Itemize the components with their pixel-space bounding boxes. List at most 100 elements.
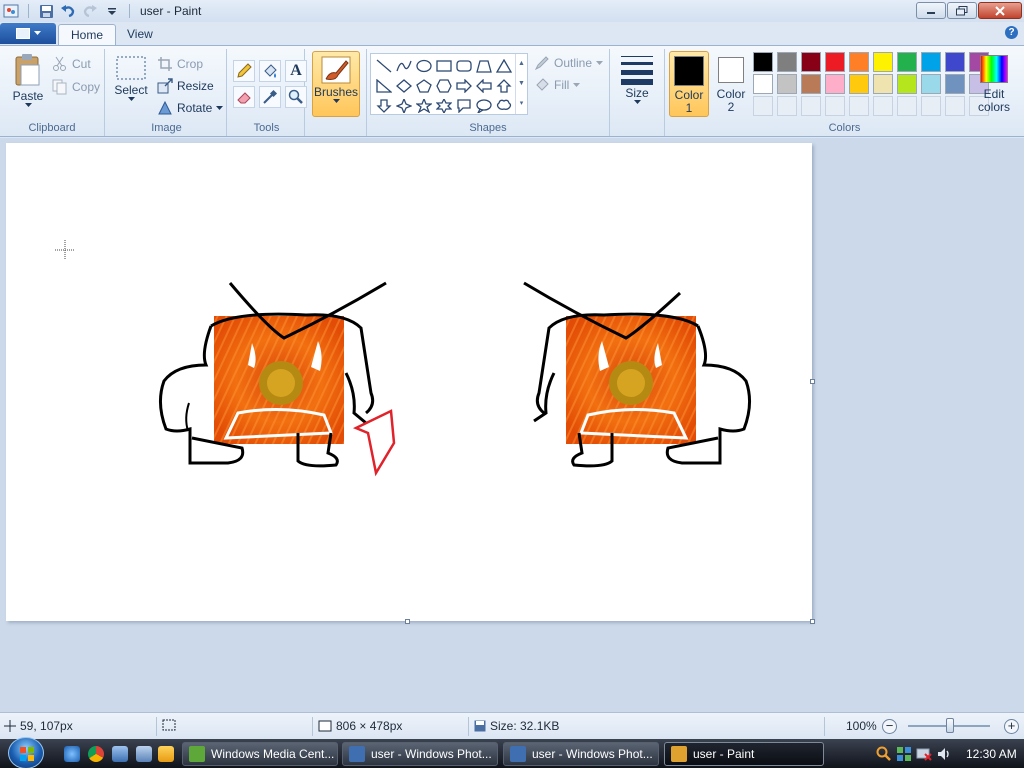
tab-home[interactable]: Home (58, 24, 117, 45)
fill-bucket-icon[interactable] (259, 60, 281, 82)
undo-icon[interactable] (59, 2, 77, 20)
help-icon[interactable]: ? (1005, 26, 1018, 39)
color1-button[interactable]: Color 1 (669, 51, 709, 117)
paint-app-icon[interactable] (2, 2, 20, 20)
select-button[interactable]: Select (113, 55, 149, 102)
rectangle-shape-icon[interactable] (434, 56, 454, 75)
expand-gallery-icon[interactable]: ▾ (516, 94, 527, 114)
palette-swatch[interactable] (777, 52, 797, 72)
switch-windows-icon[interactable] (136, 746, 152, 762)
palette-swatch[interactable] (753, 52, 773, 72)
text-tool-icon[interactable]: A (285, 60, 307, 82)
palette-empty-slot[interactable] (801, 96, 821, 116)
resize-handle-right[interactable] (810, 379, 815, 384)
palette-swatch[interactable] (801, 52, 821, 72)
paste-button[interactable]: Paste (8, 53, 48, 108)
edit-colors-button[interactable]: Edit colors (974, 51, 1014, 117)
start-button[interactable] (8, 737, 44, 768)
cut-button[interactable]: Cut (52, 55, 91, 73)
zoom-in-button[interactable]: + (1004, 719, 1019, 734)
palette-swatch[interactable] (777, 74, 797, 94)
palette-empty-slot[interactable] (777, 96, 797, 116)
resize-handle-bottom[interactable] (405, 619, 410, 624)
palette-swatch[interactable] (801, 74, 821, 94)
palette-swatch[interactable] (849, 52, 869, 72)
chrome-icon[interactable] (88, 746, 104, 762)
zoom-out-button[interactable]: − (882, 719, 897, 734)
palette-swatch[interactable] (945, 74, 965, 94)
line-shape-icon[interactable] (374, 56, 394, 75)
palette-empty-slot[interactable] (753, 96, 773, 116)
pentagon-shape-icon[interactable] (414, 76, 434, 95)
cloud-callout-shape-icon[interactable] (494, 96, 514, 115)
taskbar-button-paint[interactable]: user - Paint (664, 742, 824, 766)
minimize-button[interactable] (916, 2, 946, 19)
palette-swatch[interactable] (921, 52, 941, 72)
five-point-star-shape-icon[interactable] (414, 96, 434, 115)
palette-swatch[interactable] (873, 52, 893, 72)
resize-button[interactable]: Resize (157, 77, 214, 95)
customize-qat-icon[interactable] (103, 2, 121, 20)
right-triangle-shape-icon[interactable] (374, 76, 394, 95)
chevron-down-icon[interactable]: ▼ (516, 74, 527, 94)
taskbar-button-media-center[interactable]: Windows Media Cent... (182, 742, 338, 766)
left-arrow-shape-icon[interactable] (474, 76, 494, 95)
color-picker-icon[interactable] (259, 86, 281, 108)
palette-swatch[interactable] (825, 74, 845, 94)
network-icon[interactable] (896, 746, 912, 762)
diamond-shape-icon[interactable] (394, 76, 414, 95)
brushes-button[interactable]: Brushes (312, 51, 360, 117)
palette-empty-slot[interactable] (849, 96, 869, 116)
color2-button[interactable]: Color 2 (711, 51, 751, 117)
oval-shape-icon[interactable] (414, 56, 434, 75)
copy-button[interactable]: Copy (52, 78, 100, 96)
resize-handle-corner[interactable] (810, 619, 815, 624)
rotate-button[interactable]: Rotate (157, 99, 224, 117)
redo-icon[interactable] (81, 2, 99, 20)
right-arrow-shape-icon[interactable] (454, 76, 474, 95)
palette-swatch[interactable] (849, 74, 869, 94)
show-desktop-icon[interactable] (112, 746, 128, 762)
rounded-callout-shape-icon[interactable] (454, 96, 474, 115)
rounded-rectangle-shape-icon[interactable] (454, 56, 474, 75)
four-point-star-shape-icon[interactable] (394, 96, 414, 115)
tab-view[interactable]: View (115, 24, 165, 45)
eraser-icon[interactable] (233, 86, 255, 108)
palette-swatch[interactable] (897, 52, 917, 72)
palette-swatch[interactable] (873, 74, 893, 94)
palette-empty-slot[interactable] (873, 96, 893, 116)
palette-empty-slot[interactable] (897, 96, 917, 116)
search-icon[interactable] (876, 746, 892, 762)
paint-menu-button[interactable] (0, 23, 56, 44)
palette-empty-slot[interactable] (825, 96, 845, 116)
drawing-canvas[interactable] (6, 143, 812, 621)
size-button[interactable]: Size (618, 52, 656, 105)
polygon-shape-icon[interactable] (474, 56, 494, 75)
hexagon-shape-icon[interactable] (434, 76, 454, 95)
palette-swatch[interactable] (897, 74, 917, 94)
curve-shape-icon[interactable] (394, 56, 414, 75)
taskbar-button-photo-gallery-1[interactable]: user - Windows Phot... (342, 742, 498, 766)
outline-button[interactable]: Outline (534, 54, 604, 72)
internet-explorer-icon[interactable] (64, 746, 80, 762)
magnifier-icon[interactable] (285, 86, 307, 108)
save-icon[interactable] (37, 2, 55, 20)
palette-swatch[interactable] (753, 74, 773, 94)
palette-swatch[interactable] (921, 74, 941, 94)
clock[interactable]: 12:30 AM (966, 747, 1017, 761)
fill-button[interactable]: Fill (534, 76, 581, 94)
palette-swatch[interactable] (825, 52, 845, 72)
volume-icon[interactable] (936, 746, 952, 762)
pencil-icon[interactable] (233, 60, 255, 82)
chevron-up-icon[interactable]: ▲ (516, 54, 527, 74)
maximize-button[interactable] (947, 2, 977, 19)
palette-empty-slot[interactable] (921, 96, 941, 116)
oval-callout-shape-icon[interactable] (474, 96, 494, 115)
close-button[interactable] (978, 2, 1022, 19)
down-arrow-shape-icon[interactable] (374, 96, 394, 115)
network-error-icon[interactable] (916, 746, 932, 762)
shapes-scroll[interactable]: ▲ ▼ ▾ (515, 54, 527, 114)
six-point-star-shape-icon[interactable] (434, 96, 454, 115)
up-arrow-shape-icon[interactable] (494, 76, 514, 95)
taskbar-button-photo-gallery-2[interactable]: user - Windows Phot... (503, 742, 659, 766)
